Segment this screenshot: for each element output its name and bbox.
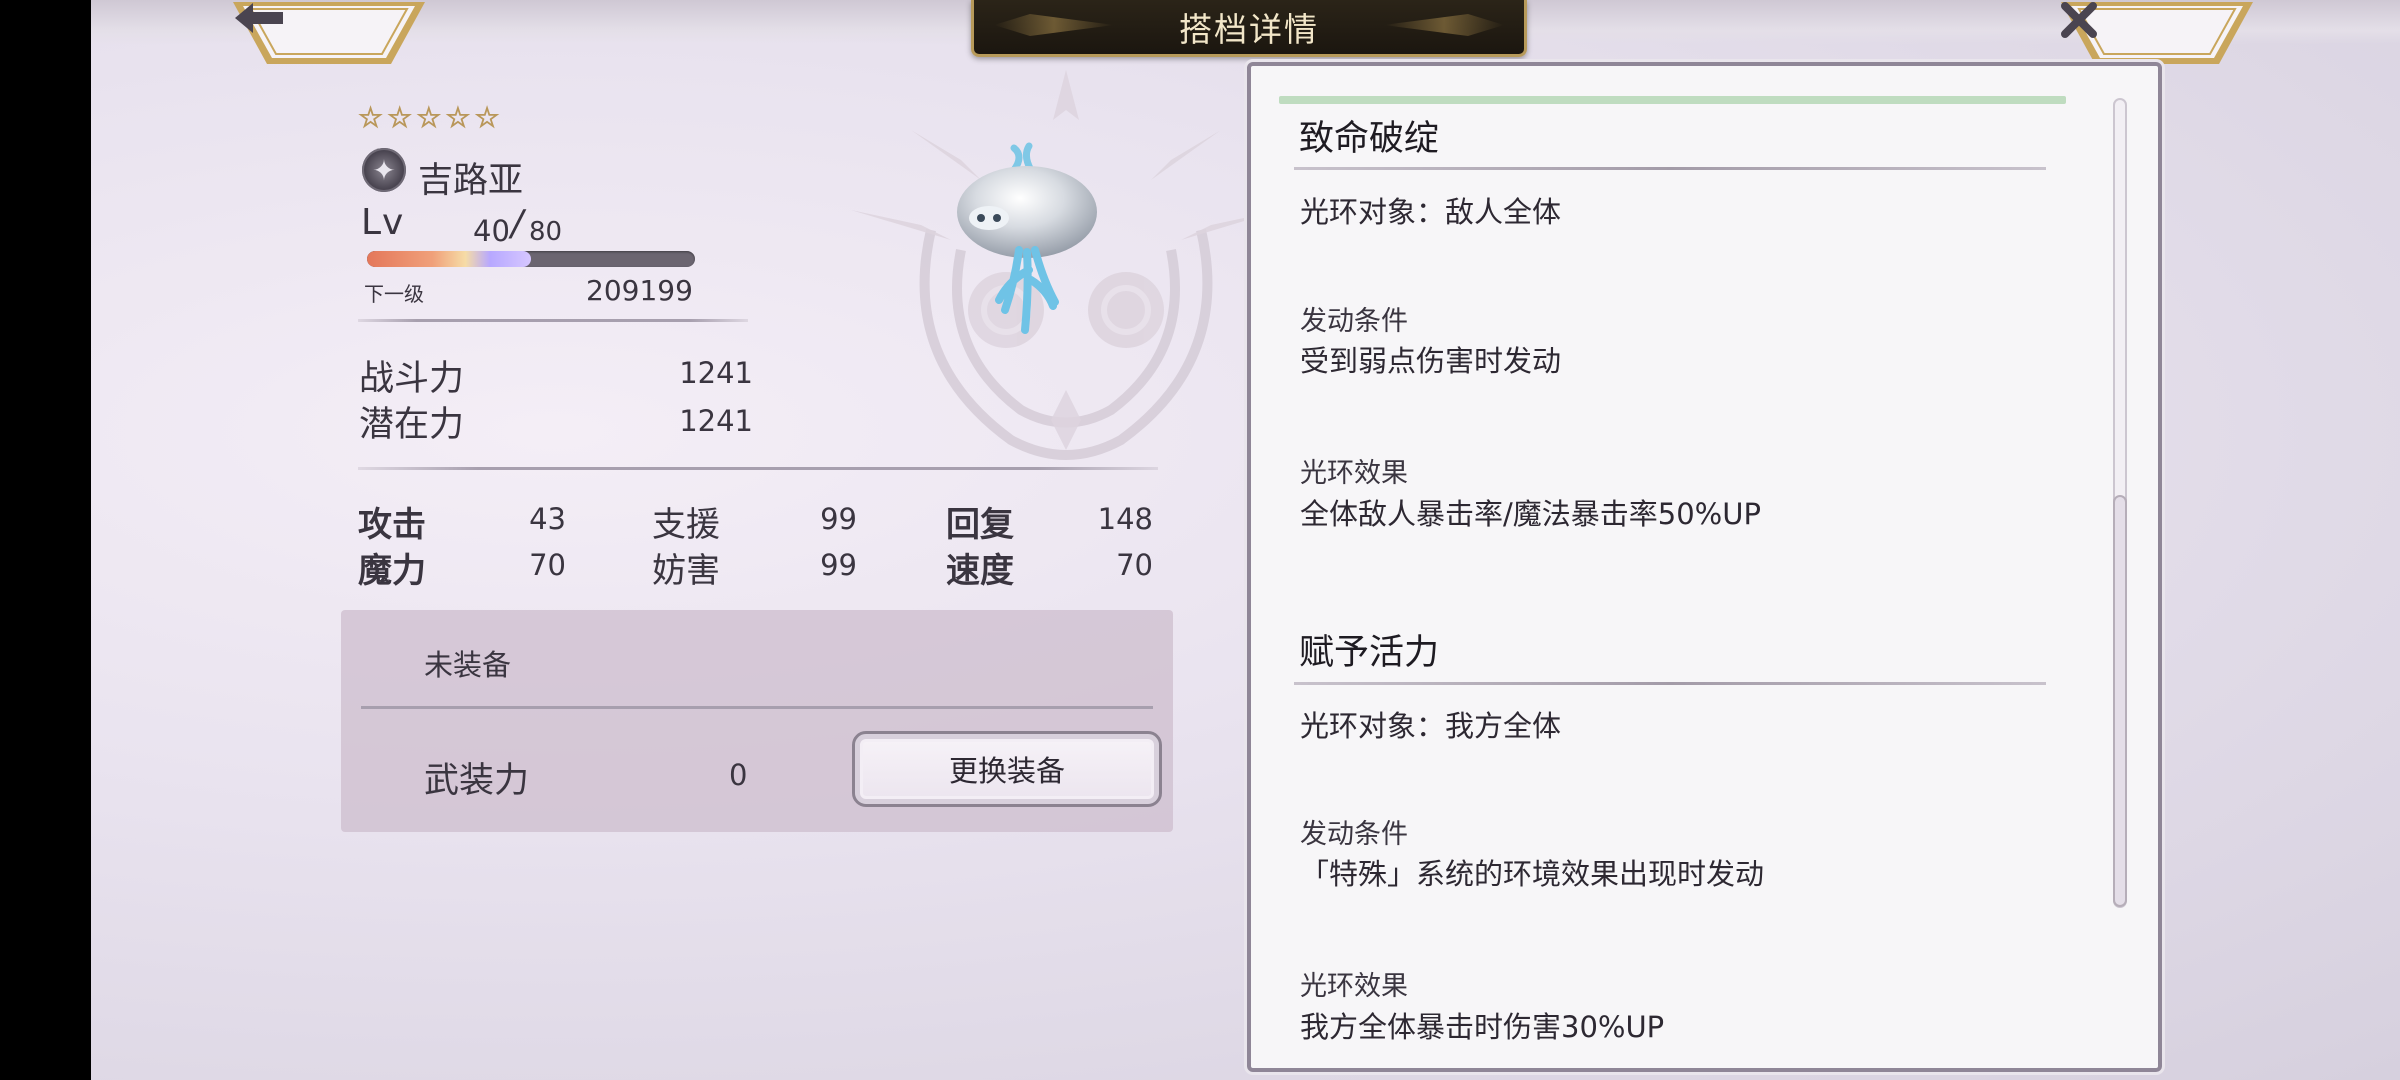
- skill-divider: [1294, 682, 2046, 685]
- exp-progress-bar: [367, 251, 695, 267]
- exp-progress-fill: [367, 251, 531, 267]
- skill-effect: 我方全体暴击时伤害30%UP: [1300, 1010, 1665, 1044]
- stat-magic-value: 70: [529, 548, 566, 582]
- star-icon: ☆: [357, 101, 384, 134]
- stat-recovery-label: 回复: [946, 505, 1014, 545]
- stat-hinder-value: 99: [820, 548, 857, 582]
- skill-title: 致命破绽: [1299, 119, 1440, 159]
- equipment-status: 未装备: [424, 648, 512, 682]
- title-plaque: 搭档详情: [971, 0, 1527, 57]
- close-x-icon: [2059, 0, 2255, 60]
- change-equipment-button[interactable]: 更换装备: [852, 731, 1162, 807]
- stat-speed-value: 70: [1116, 548, 1153, 582]
- star-icon: ☆: [387, 101, 413, 134]
- stat-support-value: 99: [820, 502, 857, 536]
- skill-title: 赋予活力: [1299, 633, 1440, 673]
- star-icon: ☆: [445, 101, 471, 134]
- stat-recovery-value: 148: [1097, 502, 1153, 536]
- star-icon: ☆: [416, 101, 442, 134]
- rarity-stars: ☆ ☆ ☆ ☆ ☆: [357, 101, 500, 134]
- current-level: 40: [473, 214, 510, 248]
- stat-speed-label: 速度: [946, 551, 1014, 591]
- back-button[interactable]: [231, 0, 427, 68]
- stat-attack-label: 攻击: [358, 505, 426, 545]
- jellyfish-partner-sprite: [957, 142, 1097, 334]
- next-level-exp: 209199: [586, 274, 693, 307]
- stat-attack-value: 43: [529, 502, 566, 536]
- effect-label: 光环效果: [1300, 458, 1408, 489]
- page-title: 搭档详情: [1179, 10, 1319, 49]
- condition-label: 发动条件: [1300, 306, 1408, 337]
- divider: [358, 467, 1158, 470]
- skill-target: 光环对象：我方全体: [1300, 709, 1562, 743]
- skill-condition: 「特殊」系统的环境效果出现时发动: [1300, 857, 1765, 891]
- combat-power-value: 1241: [679, 356, 753, 390]
- divider: [358, 319, 748, 322]
- armament-value: 0: [729, 758, 748, 792]
- star-icon: ☆: [474, 101, 500, 134]
- skill-condition: 受到弱点伤害时发动: [1300, 344, 1562, 378]
- stat-hinder-label: 妨害: [652, 551, 720, 591]
- potential-label: 潜在力: [359, 405, 465, 445]
- effect-label: 光环效果: [1300, 971, 1408, 1002]
- armament-label: 武装力: [424, 761, 530, 801]
- max-level: 80: [529, 217, 563, 247]
- close-button[interactable]: [2059, 0, 2255, 68]
- equipment-divider: [361, 706, 1153, 709]
- skill-divider: [1294, 167, 2046, 170]
- level-label: Lv: [361, 202, 405, 243]
- skill-target: 光环对象：敌人全体: [1300, 195, 1562, 229]
- skill-effect: 全体敌人暴击率/魔法暴击率50%UP: [1300, 497, 1761, 531]
- potential-value: 1241: [679, 404, 753, 438]
- level-separator: /: [511, 203, 524, 244]
- panel-top-strip: [1279, 96, 2066, 104]
- character-name: 吉路亚: [418, 161, 524, 201]
- stat-magic-label: 魔力: [358, 551, 426, 591]
- stat-support-label: 支援: [652, 505, 720, 545]
- arrow-left-icon: [231, 0, 427, 60]
- scrollbar-thumb[interactable]: [2113, 495, 2127, 907]
- combat-power-label: 战斗力: [359, 359, 465, 399]
- next-level-label: 下一级: [364, 282, 424, 306]
- condition-label: 发动条件: [1300, 819, 1408, 850]
- sparkle-element-icon: ✦: [362, 148, 406, 192]
